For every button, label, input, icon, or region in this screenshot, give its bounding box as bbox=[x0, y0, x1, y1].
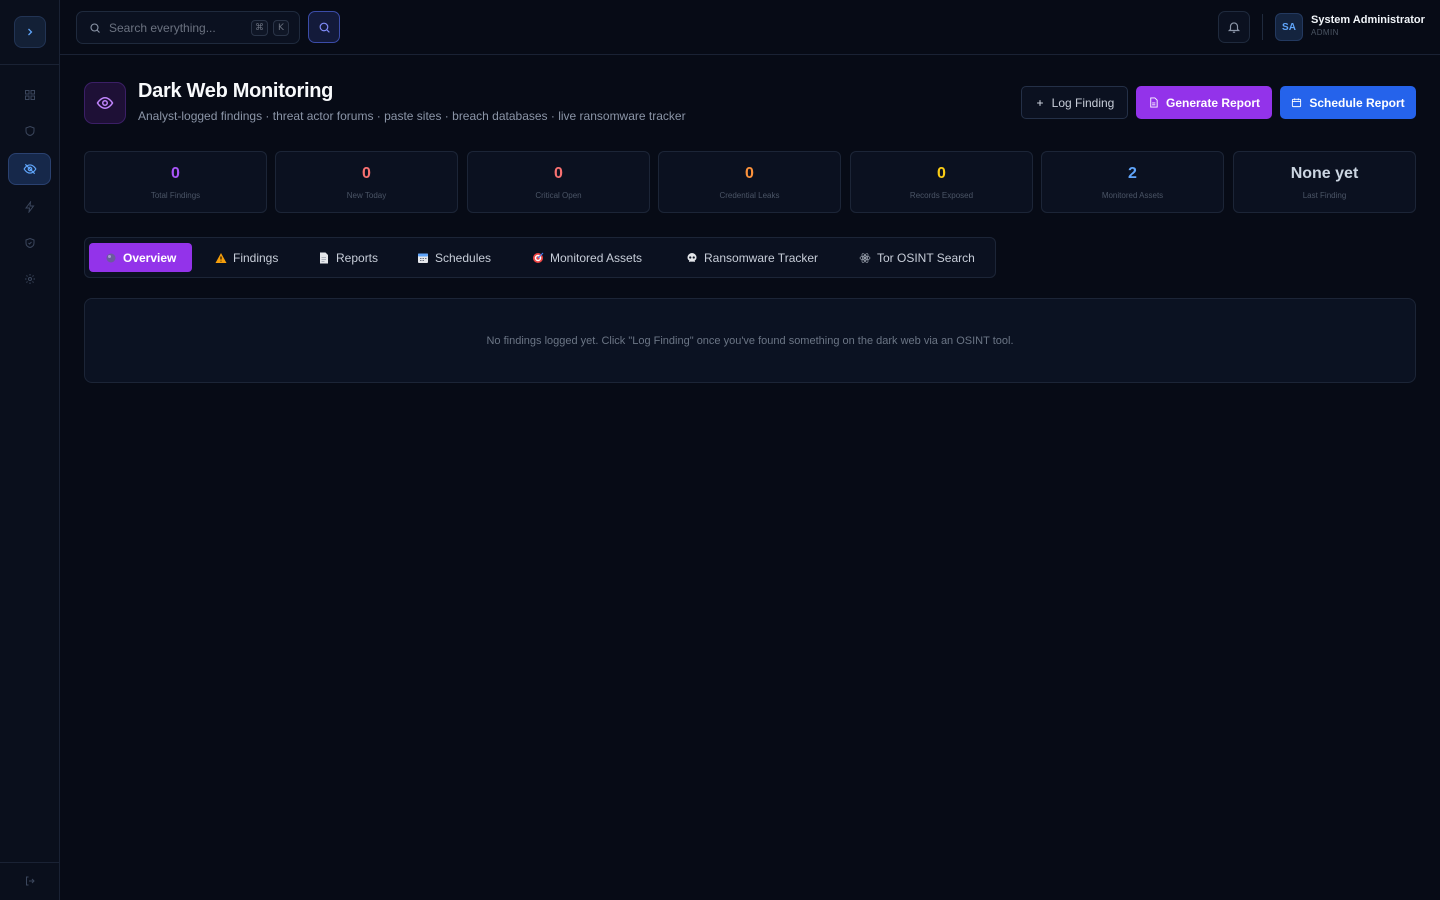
stat-label: Credential Leaks bbox=[719, 191, 780, 200]
atom-icon bbox=[859, 252, 871, 264]
globe-icon bbox=[105, 252, 117, 264]
sidebar-bottom-divider bbox=[0, 862, 60, 863]
stat-value: None yet bbox=[1290, 165, 1359, 182]
calendar-icon bbox=[1292, 98, 1302, 108]
file-text-icon bbox=[1150, 97, 1158, 108]
tab-tor-osint-search[interactable]: Tor OSINT Search bbox=[843, 243, 991, 272]
logout-button[interactable] bbox=[8, 865, 51, 897]
sidebar-item-security[interactable] bbox=[8, 115, 51, 147]
empty-state-message: No findings logged yet. Click "Log Findi… bbox=[486, 334, 1014, 347]
stat-card-credential-leaks: 0 Credential Leaks bbox=[658, 151, 841, 213]
stat-label: Monitored Assets bbox=[1101, 191, 1164, 200]
tab-label: Tor OSINT Search bbox=[877, 250, 975, 265]
stat-label: New Today bbox=[346, 191, 387, 200]
document-icon bbox=[318, 252, 330, 264]
schedule-report-button[interactable]: Schedule Report bbox=[1280, 86, 1416, 119]
stat-value: 0 bbox=[745, 165, 754, 182]
sidebar-item-settings[interactable] bbox=[8, 263, 51, 295]
logout-icon bbox=[25, 876, 35, 886]
stat-value: 0 bbox=[171, 165, 180, 182]
notifications-button[interactable] bbox=[1218, 11, 1250, 43]
generate-report-label: Generate Report bbox=[1165, 95, 1261, 110]
stat-label: Total Findings bbox=[150, 191, 201, 200]
stat-label: Critical Open bbox=[535, 191, 582, 200]
topbar: ⌘ K SA System Administrator ADMIN bbox=[60, 0, 1440, 55]
log-finding-label: Log Finding bbox=[1051, 95, 1115, 110]
stat-card-last-finding: None yet Last Finding bbox=[1233, 151, 1416, 213]
sidebar-expand-button[interactable] bbox=[14, 16, 46, 48]
avatar[interactable]: SA bbox=[1275, 13, 1303, 41]
tab-label: Monitored Assets bbox=[550, 250, 643, 265]
kbd-cmd-hint: ⌘ bbox=[251, 20, 268, 36]
skull-icon bbox=[686, 252, 698, 264]
tab-monitored-assets[interactable]: Monitored Assets bbox=[516, 243, 658, 272]
schedule-report-label: Schedule Report bbox=[1309, 95, 1405, 110]
kbd-k-hint: K bbox=[273, 20, 289, 36]
stat-card-new-today: 0 New Today bbox=[275, 151, 458, 213]
eye-icon bbox=[96, 96, 114, 110]
tab-label: Schedules bbox=[435, 250, 492, 265]
tab-label: Findings bbox=[233, 250, 279, 265]
search-input[interactable] bbox=[109, 20, 239, 35]
shield-icon bbox=[25, 125, 34, 137]
user-name: System Administrator bbox=[1311, 14, 1425, 26]
target-icon bbox=[532, 252, 544, 264]
tab-label: Overview bbox=[123, 250, 177, 265]
stat-value: 0 bbox=[362, 165, 371, 182]
stat-label: Last Finding bbox=[1302, 191, 1347, 200]
topbar-divider bbox=[1262, 14, 1263, 40]
stat-value: 0 bbox=[554, 165, 563, 182]
tab-ransomware-tracker[interactable]: Ransomware Tracker bbox=[670, 243, 834, 272]
generate-report-button[interactable]: Generate Report bbox=[1136, 86, 1272, 119]
page-title: Dark Web Monitoring bbox=[138, 80, 334, 102]
user-role: ADMIN bbox=[1311, 28, 1339, 37]
tab-overview[interactable]: Overview bbox=[89, 243, 193, 272]
stat-label: Records Exposed bbox=[909, 191, 974, 200]
tab-findings[interactable]: Findings bbox=[199, 243, 294, 272]
page-subtitle: Analyst-logged findings · threat actor f… bbox=[138, 109, 686, 123]
shield-check-icon bbox=[25, 237, 34, 249]
sidebar-item-dashboard[interactable] bbox=[8, 79, 51, 111]
search-icon bbox=[90, 22, 100, 33]
gear-icon bbox=[24, 274, 35, 284]
search-icon bbox=[319, 22, 330, 33]
stat-value: 2 bbox=[1128, 165, 1137, 182]
tab-reports[interactable]: Reports bbox=[302, 243, 394, 272]
bell-icon bbox=[1227, 22, 1241, 33]
sidebar-divider bbox=[0, 64, 60, 65]
stat-card-monitored-assets: 2 Monitored Assets bbox=[1041, 151, 1224, 213]
stat-card-critical-open: 0 Critical Open bbox=[467, 151, 650, 213]
tab-label: Ransomware Tracker bbox=[704, 250, 819, 265]
sidebar bbox=[0, 0, 60, 900]
grid-icon bbox=[24, 90, 35, 100]
page-icon-badge bbox=[84, 82, 126, 124]
bolt-icon bbox=[24, 201, 34, 213]
tab-label: Reports bbox=[336, 250, 379, 265]
tab-schedules[interactable]: Schedules bbox=[401, 243, 507, 272]
chevron-right-icon bbox=[28, 28, 33, 36]
calendar-icon bbox=[417, 252, 429, 264]
log-finding-button[interactable]: Log Finding bbox=[1021, 86, 1128, 119]
warning-icon bbox=[215, 252, 227, 264]
stat-card-records-exposed: 0 Records Exposed bbox=[850, 151, 1033, 213]
sidebar-item-compliance[interactable] bbox=[8, 227, 51, 259]
plus-icon bbox=[1036, 99, 1043, 106]
sidebar-item-dark-web[interactable] bbox=[8, 153, 51, 185]
search-box[interactable]: ⌘ K bbox=[76, 11, 300, 44]
sidebar-item-activity[interactable] bbox=[8, 191, 51, 223]
tab-bar: Overview Findings Reports Schedules Moni… bbox=[84, 237, 996, 278]
stat-card-total-findings: 0 Total Findings bbox=[84, 151, 267, 213]
search-button[interactable] bbox=[308, 11, 340, 43]
eye-off-icon bbox=[22, 163, 37, 175]
overview-panel: No findings logged yet. Click "Log Findi… bbox=[84, 298, 1416, 383]
stat-value: 0 bbox=[937, 165, 946, 182]
